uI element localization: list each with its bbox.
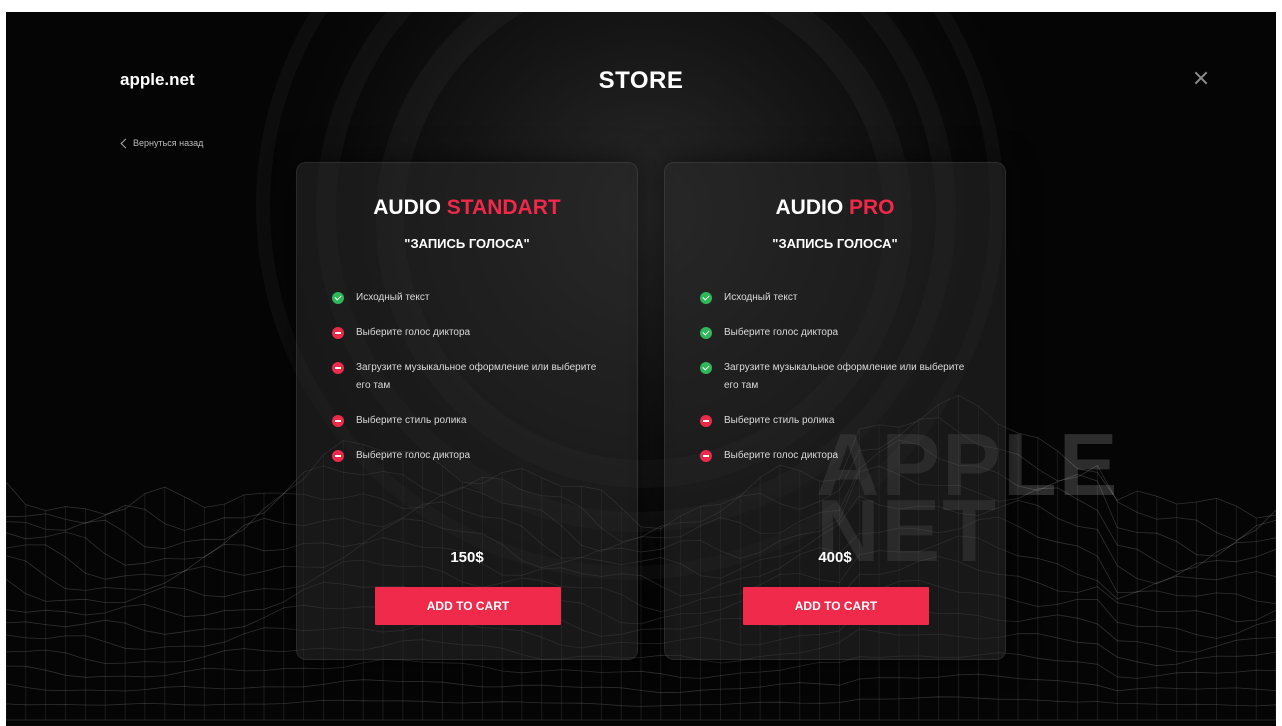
- add-to-cart-button[interactable]: ADD TO CART: [743, 587, 929, 625]
- feature-text: Выберите голос диктора: [724, 450, 839, 461]
- back-link[interactable]: Вернуться назад: [120, 138, 204, 148]
- feature-item: Загрузите музыкальное оформление или выб…: [332, 359, 612, 395]
- cross-circle-icon: [700, 450, 712, 462]
- feature-text: Выберите стиль ролика: [724, 415, 835, 426]
- feature-text: Загрузите музыкальное оформление или выб…: [356, 362, 597, 391]
- back-link-label: Вернуться назад: [133, 138, 204, 148]
- plan-price: 400$: [818, 549, 852, 566]
- feature-text: Исходный текст: [356, 292, 430, 303]
- check-circle-icon: [700, 362, 712, 374]
- check-circle-icon: [700, 292, 712, 304]
- feature-item: Выберите стиль ролика: [332, 412, 612, 430]
- wireframe-terrain-illustration: [6, 394, 1276, 721]
- plan-title-prefix: AUDIO: [373, 196, 441, 219]
- feature-text: Выберите голос диктора: [724, 327, 839, 338]
- feature-item: Исходный текст: [700, 289, 980, 307]
- plan-title-prefix: AUDIO: [775, 196, 844, 219]
- plan-card-standart: AUDIO STANDART "ЗАПИСЬ ГОЛОСА" Исходный …: [296, 162, 638, 660]
- feature-list: Исходный текст Выберите голос диктора Загр…: [332, 289, 612, 482]
- cross-circle-icon: [332, 327, 344, 339]
- feature-item: Выберите голос диктора: [332, 324, 612, 342]
- plan-title-accent: STANDART: [446, 196, 561, 219]
- feature-text: Исходный текст: [724, 292, 798, 303]
- feature-item: Выберите голос диктора: [700, 324, 980, 342]
- feature-item: Выберите голос диктора: [700, 447, 980, 465]
- feature-text: Загрузите музыкальное оформление или выб…: [724, 362, 965, 391]
- cross-circle-icon: [700, 415, 712, 427]
- cross-circle-icon: [332, 450, 344, 462]
- plan-title: AUDIO STANDART: [297, 196, 637, 220]
- feature-item: Исходный текст: [332, 289, 612, 307]
- feature-list: Исходный текст Выберите голос диктора Загр…: [700, 289, 980, 482]
- chevron-left-icon: [120, 138, 131, 148]
- check-circle-icon: [700, 327, 712, 339]
- page-title: STORE: [598, 67, 684, 94]
- plan-card-pro: AUDIO PRO "ЗАПИСЬ ГОЛОСА" Исходный текст…: [664, 162, 1006, 660]
- feature-item: Выберите стиль ролика: [700, 412, 980, 430]
- check-circle-icon: [332, 292, 344, 304]
- cross-circle-icon: [332, 362, 344, 374]
- feature-item: Выберите голос диктора: [332, 447, 612, 465]
- add-to-cart-button[interactable]: ADD TO CART: [375, 587, 561, 625]
- plan-title-accent: PRO: [849, 196, 895, 219]
- feature-text: Выберите голос диктора: [356, 327, 471, 338]
- feature-text: Выберите стиль ролика: [356, 415, 467, 426]
- feature-item: Загрузите музыкальное оформление или выб…: [700, 359, 980, 395]
- close-icon[interactable]: [1191, 68, 1211, 88]
- plan-subtitle: "ЗАПИСЬ ГОЛОСА": [404, 236, 530, 251]
- store-modal: APPLE NET apple.net Вернуться назад STOR…: [6, 12, 1276, 726]
- plan-title: AUDIO PRO: [665, 196, 1005, 220]
- plan-subtitle: "ЗАПИСЬ ГОЛОСА": [772, 236, 898, 251]
- plan-price: 150$: [450, 549, 484, 566]
- feature-text: Выберите голос диктора: [356, 450, 471, 461]
- cross-circle-icon: [332, 415, 344, 427]
